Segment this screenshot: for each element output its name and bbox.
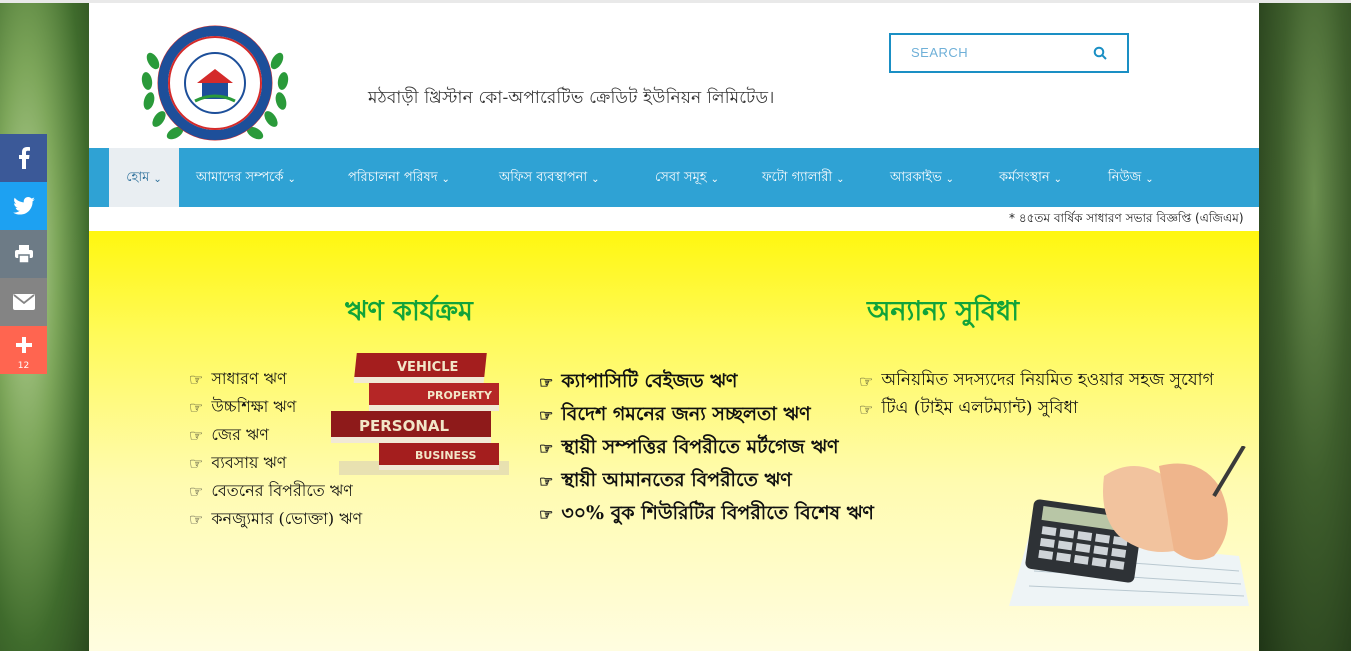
nav-item-about[interactable]: আমাদের সম্পর্কে ⌄ xyxy=(196,148,296,207)
print-share-button[interactable] xyxy=(0,230,47,278)
union-logo[interactable] xyxy=(137,21,293,145)
pointing-hand-icon: ☞ xyxy=(189,509,204,529)
chevron-down-icon: ⌄ xyxy=(710,174,720,185)
nav-item-home[interactable]: হোম ⌄ xyxy=(109,148,179,207)
chevron-down-icon: ⌄ xyxy=(1145,174,1154,185)
pointing-hand-icon: ☞ xyxy=(539,406,554,425)
pointing-hand-icon: ☞ xyxy=(859,371,874,391)
pointing-hand-icon: ☞ xyxy=(189,397,204,417)
list-item: ☞ স্থায়ী সম্পত্তির বিপরীতে মর্টগেজ ঋণ xyxy=(539,435,839,459)
share-count: 12 xyxy=(17,361,30,371)
chevron-down-icon: ⌄ xyxy=(1053,174,1063,185)
facebook-icon xyxy=(18,147,30,169)
nav-item-board[interactable]: পরিচালনা পরিষদ ⌄ xyxy=(348,148,450,207)
nav-item-photo-gallery[interactable]: ফটো গ্যালারী ⌄ xyxy=(762,148,845,207)
facebook-share-button[interactable] xyxy=(0,134,47,182)
list-item: ☞ কনজ্যুমার (ভোক্তা) ঋণ xyxy=(189,508,363,529)
twitter-share-button[interactable] xyxy=(0,182,47,230)
svg-text:VEHICLE: VEHICLE xyxy=(397,360,458,375)
pointing-hand-icon: ☞ xyxy=(539,505,554,524)
nav-item-archive[interactable]: আরকাইভ ⌄ xyxy=(890,148,954,207)
list-item: ☞ টিএ (টাইম এলটম্যান্ট) সুবিধা xyxy=(859,398,1078,419)
list-item: ☞ বেতনের বিপরীতে ঋণ xyxy=(189,480,353,501)
nav-item-office-management[interactable]: অফিস ব্যবস্থাপনা ⌄ xyxy=(499,148,600,207)
list-item: ☞ বিদেশ গমনের জন্য সচ্ছলতা ঋণ xyxy=(539,402,811,426)
nav-item-news[interactable]: নিউজ ⌄ xyxy=(1108,148,1154,207)
svg-text:PROPERTY: PROPERTY xyxy=(427,389,493,402)
loan-books-image: VEHICLE PROPERTY PERSONAL BUSINESS xyxy=(331,353,509,475)
search-box xyxy=(889,33,1129,73)
nav-item-services[interactable]: সেবা সমূহ ⌄ xyxy=(655,148,719,207)
chevron-down-icon: ⌄ xyxy=(836,174,845,185)
svg-text:BUSINESS: BUSINESS xyxy=(415,449,476,462)
svg-text:PERSONAL: PERSONAL xyxy=(359,417,450,435)
main-navigation: হোম ⌄ আমাদের সম্পর্কে ⌄ পরিচালনা পরিষদ ⌄ অফ… xyxy=(89,148,1259,207)
search-input[interactable] xyxy=(909,44,1093,61)
chevron-down-icon: ⌄ xyxy=(287,174,296,185)
chevron-down-icon: ⌄ xyxy=(153,174,162,185)
list-item: ☞ স্থায়ী আমানতের বিপরীতে ঋণ xyxy=(539,468,792,492)
search-icon[interactable] xyxy=(1093,46,1107,60)
loan-programs-heading: ঋণ কার্যক্রম xyxy=(345,296,473,327)
chevron-down-icon: ⌄ xyxy=(591,174,600,185)
pointing-hand-icon: ☞ xyxy=(189,453,204,473)
pointing-hand-icon: ☞ xyxy=(539,472,554,491)
organization-title: মঠবাড়ী খ্রিস্টান কো-অপারেটিভ ক্রেডিট ইউ… xyxy=(368,88,775,108)
twitter-icon xyxy=(12,197,35,215)
pointing-hand-icon: ☞ xyxy=(189,481,204,501)
pointing-hand-icon: ☞ xyxy=(539,439,554,458)
loan-list-2: ☞ ক্যাপাসিটি বেইজড ঋণ ☞ বিদেশ গমনের জন্য স… xyxy=(539,366,874,531)
nav-item-employment[interactable]: কর্মসংস্থান ⌄ xyxy=(999,148,1062,207)
more-share-button[interactable]: 12 xyxy=(0,326,47,374)
pointing-hand-icon: ☞ xyxy=(189,369,204,389)
other-facilities-list: ☞ অনিয়মিত সদস্যদের নিয়মিত হওয়ার সহজ সু… xyxy=(859,367,1214,423)
pointing-hand-icon: ☞ xyxy=(859,399,874,419)
calculator-hand-image xyxy=(1009,446,1249,606)
other-facilities-heading: অন্যান্য সুবিধা xyxy=(867,296,1020,327)
news-ticker[interactable]: * ৪৫তম বার্ষিক সাধারণ সভার বিজ্ঞপ্তি (এজ… xyxy=(1009,210,1259,230)
pointing-hand-icon: ☞ xyxy=(539,373,554,392)
email-share-button[interactable] xyxy=(0,278,47,326)
list-item: ☞ অনিয়মিত সদস্যদের নিয়মিত হওয়ার সহজ সু… xyxy=(859,370,1214,391)
print-icon xyxy=(14,245,33,263)
page-content: মঠবাড়ী খ্রিস্টান কো-অপারেটিভ ক্রেডিট ইউ… xyxy=(89,3,1259,651)
chevron-down-icon: ⌄ xyxy=(945,174,955,185)
services-banner: ঋণ কার্যক্রম অন্যান্য সুবিধা ☞ সাধারণ ঋণ … xyxy=(89,231,1259,651)
list-item: ☞ ৩০% বুক শিউরিটির বিপরীতে বিশেষ ঋণ xyxy=(539,501,874,525)
plus-icon xyxy=(15,337,32,353)
background-right xyxy=(1259,0,1351,651)
list-item: ☞ ক্যাপাসিটি বেইজড ঋণ xyxy=(539,369,738,393)
pointing-hand-icon: ☞ xyxy=(189,425,204,445)
chevron-down-icon: ⌄ xyxy=(441,174,450,185)
email-icon xyxy=(12,294,35,310)
